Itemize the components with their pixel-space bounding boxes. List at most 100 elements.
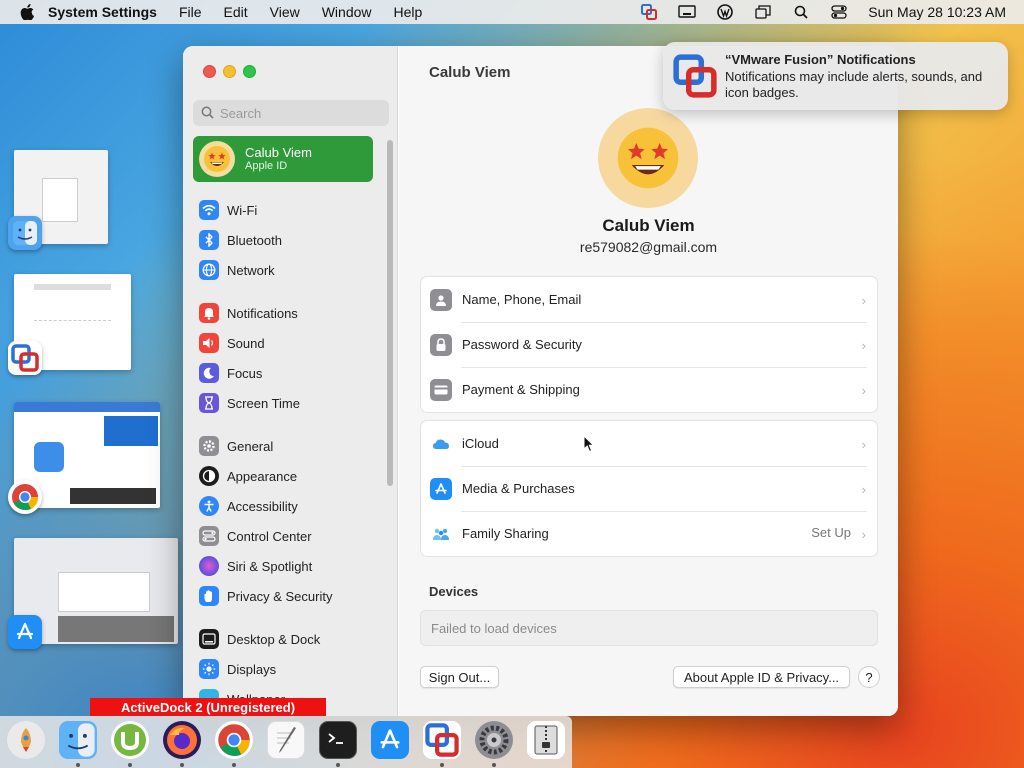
chevron-right-icon: › <box>861 293 866 308</box>
thumbnail-content <box>104 416 158 446</box>
finder-icon[interactable] <box>59 721 97 759</box>
utorrent-icon[interactable] <box>111 721 149 759</box>
sidebar-item-desktop-dock[interactable]: Desktop & Dock <box>199 627 320 651</box>
sidebar-item-siri-spotlight[interactable]: Siri & Spotlight <box>199 554 312 578</box>
sidebar-item-screen-time[interactable]: Screen Time <box>199 391 300 415</box>
apple-id-pane: Calub Viem Calub Viem re579082@gmail.com… <box>399 46 898 716</box>
wordpress-menubar-icon[interactable] <box>716 4 734 20</box>
menu-app-name[interactable]: System Settings <box>48 4 157 20</box>
menu-bar: System Settings File Edit View Window He… <box>0 0 1024 24</box>
running-indicator <box>128 763 132 767</box>
sidebar-scrollbar[interactable] <box>387 140 393 486</box>
notification-title: “VMware Fusion” Notifications <box>725 52 916 67</box>
avatar <box>199 141 235 177</box>
thumbnail-content <box>42 178 78 222</box>
account-settings-group: Name, Phone, Email › Password & Security… <box>420 276 878 413</box>
apple-logo-icon[interactable] <box>20 4 34 20</box>
sidebar-item-focus[interactable]: Focus <box>199 361 262 385</box>
menubar-clock[interactable]: Sun May 28 10:23 AM <box>868 4 1006 20</box>
close-button[interactable] <box>203 65 216 78</box>
star-struck-emoji-icon <box>204 146 230 172</box>
accessibility-icon <box>199 496 219 516</box>
search-field[interactable]: Search <box>193 100 389 126</box>
person-icon <box>430 288 452 311</box>
menu-view[interactable]: View <box>270 4 300 20</box>
app-store-icon <box>8 615 42 649</box>
thumbnail-content <box>14 402 160 412</box>
sidebar-item-sound[interactable]: Sound <box>199 331 265 355</box>
menu-help[interactable]: Help <box>394 4 423 20</box>
help-button[interactable]: ? <box>858 666 880 688</box>
notification-banner[interactable]: “VMware Fusion” Notifications Notificati… <box>663 42 1008 110</box>
sidebar-item-notifications[interactable]: Notifications <box>199 301 298 325</box>
menu-window[interactable]: Window <box>322 4 372 20</box>
sign-out-button[interactable]: Sign Out... <box>420 666 499 688</box>
sidebar-item-network[interactable]: Network <box>199 258 275 282</box>
textedit-icon[interactable] <box>267 721 305 759</box>
terminal-icon[interactable] <box>319 721 357 759</box>
speaker-icon <box>199 333 219 353</box>
windows-menubar-icon[interactable] <box>754 4 772 20</box>
siri-icon <box>199 556 219 576</box>
dock-icon <box>199 629 219 649</box>
devices-heading: Devices <box>429 584 479 599</box>
sidebar-item-bluetooth[interactable]: Bluetooth <box>199 228 282 252</box>
row-family-sharing[interactable]: Family Sharing Set Up › <box>421 511 877 556</box>
sidebar-item-control-center[interactable]: Control Center <box>199 524 312 548</box>
control-center-menubar-icon[interactable] <box>830 4 848 20</box>
app-store-icon[interactable] <box>371 721 409 759</box>
row-password-security[interactable]: Password & Security › <box>421 322 877 367</box>
chrome-icon[interactable] <box>215 721 253 759</box>
globe-icon <box>199 260 219 280</box>
spotlight-search-icon[interactable] <box>792 4 810 20</box>
chevron-right-icon: › <box>861 383 866 398</box>
sidebar-item-label: Control Center <box>227 528 312 544</box>
minimize-button[interactable] <box>223 65 236 78</box>
sidebar-item-label: Network <box>227 262 275 278</box>
hourglass-icon <box>199 393 219 413</box>
activedock-banner: ActiveDock 2 (Unregistered) <box>90 698 326 716</box>
running-indicator <box>440 763 444 767</box>
menu-file[interactable]: File <box>179 4 202 20</box>
vmware-menubar-icon[interactable] <box>640 4 658 20</box>
launchpad-icon[interactable] <box>7 721 45 759</box>
lock-icon <box>430 333 452 356</box>
wifi-icon <box>199 200 219 220</box>
mouse-cursor-icon <box>583 435 595 453</box>
bell-icon <box>199 303 219 323</box>
sidebar-item-wifi[interactable]: Wi-Fi <box>199 198 257 222</box>
sidebar-item-label: Sound <box>227 335 265 351</box>
row-media-purchases[interactable]: Media & Purchases › <box>421 466 877 511</box>
sidebar-apple-id[interactable]: Calub Viem Apple ID <box>193 136 373 182</box>
row-payment-shipping[interactable]: Payment & Shipping › <box>421 367 877 412</box>
sidebar-item-privacy-security[interactable]: Privacy & Security <box>199 584 332 608</box>
vmware-fusion-icon[interactable] <box>423 721 461 759</box>
zoom-button[interactable] <box>243 65 256 78</box>
running-indicator <box>180 763 184 767</box>
firefox-icon[interactable] <box>163 721 201 759</box>
menu-edit[interactable]: Edit <box>224 4 248 20</box>
display-menubar-icon[interactable] <box>678 4 696 20</box>
about-apple-id-privacy-button[interactable]: About Apple ID & Privacy... <box>673 666 850 688</box>
row-label: Payment & Shipping <box>462 382 580 397</box>
sidebar: Search Calub Viem Apple ID Wi-Fi Bluetoo… <box>183 46 398 716</box>
running-indicator <box>76 763 80 767</box>
profile-avatar[interactable] <box>598 108 698 208</box>
sidebar-item-general[interactable]: General <box>199 434 273 458</box>
sidebar-item-appearance[interactable]: Appearance <box>199 464 297 488</box>
gear-icon <box>199 436 219 456</box>
moon-icon <box>199 363 219 383</box>
thumbnail-content <box>34 284 111 290</box>
notification-body: Notifications may include alerts, sounds… <box>725 69 983 100</box>
sidebar-item-accessibility[interactable]: Accessibility <box>199 494 298 518</box>
row-label: Family Sharing <box>462 526 549 541</box>
sidebar-item-label: Focus <box>227 365 263 381</box>
thumbnail-content <box>34 442 64 472</box>
system-settings-icon[interactable] <box>475 721 513 759</box>
archive-icon[interactable] <box>527 721 565 759</box>
row-icloud[interactable]: iCloud › <box>421 421 877 466</box>
appearance-icon <box>199 466 219 486</box>
row-name-phone-email[interactable]: Name, Phone, Email › <box>421 277 877 322</box>
sidebar-item-displays[interactable]: Displays <box>199 657 276 681</box>
system-settings-window: Search Calub Viem Apple ID Wi-Fi Bluetoo… <box>183 46 898 716</box>
